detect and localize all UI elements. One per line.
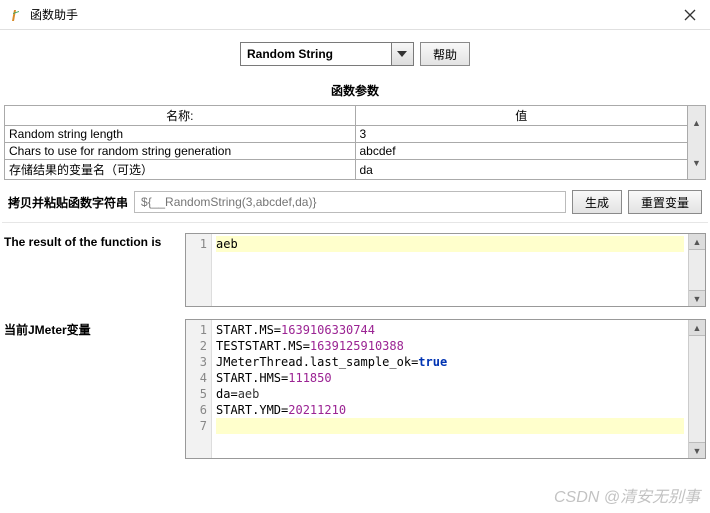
reset-vars-button[interactable]: 重置变量 (628, 190, 702, 214)
param-value-input[interactable]: da (355, 160, 688, 180)
function-string-input[interactable] (134, 191, 566, 213)
result-row: The result of the function is 1 aeb ▲▼ (2, 225, 708, 311)
params-table: 名称: 值 ▲▼ Random string length 3 Chars to… (4, 105, 706, 180)
vars-row: 当前JMeter变量 1 2 3 4 5 6 7 START.MS=163910… (2, 311, 708, 463)
close-button[interactable] (678, 3, 702, 27)
vars-gutter: 1 2 3 4 5 6 7 (186, 320, 212, 458)
window-title: 函数助手 (30, 6, 678, 23)
help-button[interactable]: 帮助 (420, 42, 470, 66)
vars-code[interactable]: START.MS=1639106330744 TESTSTART.MS=1639… (212, 320, 688, 458)
table-row: 存储结果的变量名（可选） da (5, 160, 706, 180)
copy-label: 拷贝并粘贴函数字符串 (8, 194, 128, 211)
vars-scrollbar[interactable]: ▲▼ (688, 320, 705, 458)
vars-label: 当前JMeter变量 (4, 319, 179, 338)
copy-row: 拷贝并粘贴函数字符串 生成 重置变量 (2, 180, 708, 220)
function-combo[interactable] (240, 42, 414, 66)
result-code[interactable]: aeb (212, 234, 688, 306)
function-selector-row: 帮助 (2, 34, 708, 78)
param-name: 存储结果的变量名（可选） (5, 160, 356, 180)
params-heading: 函数参数 (2, 78, 708, 105)
param-value-input[interactable]: 3 (355, 126, 688, 143)
result-label: The result of the function is (4, 233, 179, 249)
app-icon (8, 7, 24, 23)
vars-box: 1 2 3 4 5 6 7 START.MS=1639106330744 TES… (185, 319, 706, 459)
param-value-input[interactable]: abcdef (355, 143, 688, 160)
table-row: Chars to use for random string generatio… (5, 143, 706, 160)
col-name-header: 名称: (5, 106, 356, 126)
param-name: Chars to use for random string generatio… (5, 143, 356, 160)
table-row: Random string length 3 (5, 126, 706, 143)
watermark: CSDN @清安无别事 (554, 483, 700, 507)
result-gutter: 1 (186, 234, 212, 306)
result-box: 1 aeb ▲▼ (185, 233, 706, 307)
result-scrollbar[interactable]: ▲▼ (688, 234, 705, 306)
generate-button[interactable]: 生成 (572, 190, 622, 214)
param-name: Random string length (5, 126, 356, 143)
params-scrollbar[interactable]: ▲▼ (688, 106, 706, 180)
col-value-header: 值 (355, 106, 688, 126)
titlebar: 函数助手 (0, 0, 710, 30)
function-combo-input[interactable] (241, 45, 391, 63)
content-area: 帮助 函数参数 名称: 值 ▲▼ Random string length 3 … (0, 30, 710, 467)
chevron-down-icon[interactable] (391, 43, 413, 65)
